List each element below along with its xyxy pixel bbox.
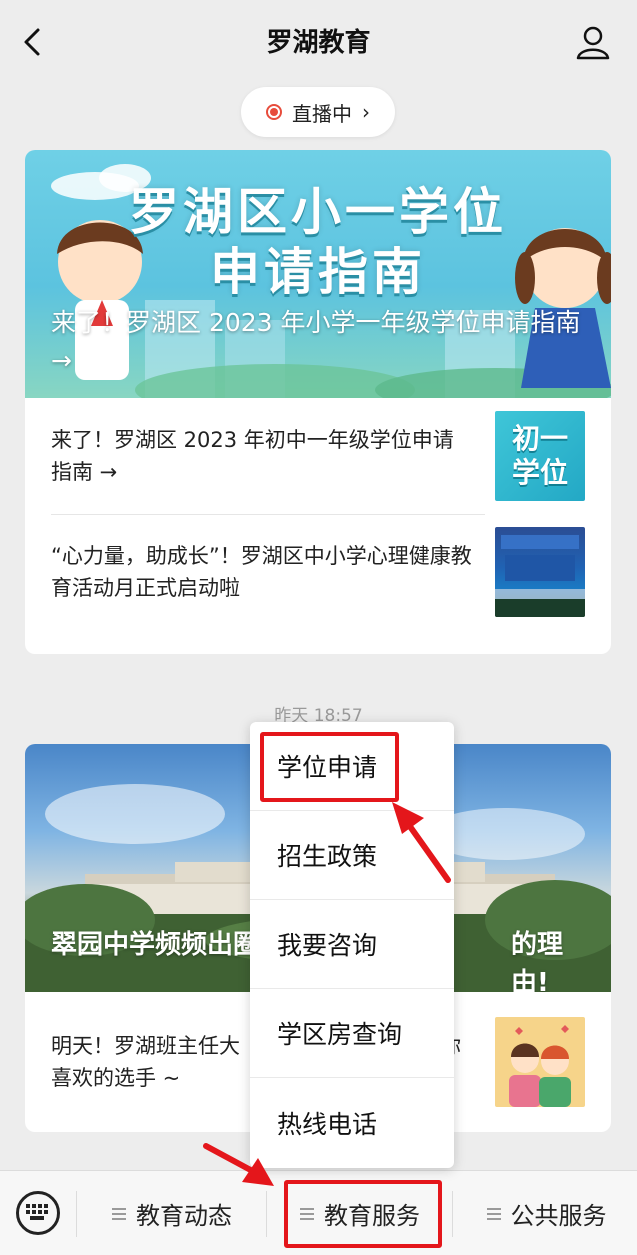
banner-headline-2: 申请指南 xyxy=(210,243,426,301)
menu-item-consultation[interactable]: 我要咨询 xyxy=(250,900,454,989)
menu-item-school-district-housing[interactable]: 学区房查询 xyxy=(250,989,454,1078)
service-submenu: 学位申请 招生政策 我要咨询 学区房查询 热线电话 xyxy=(250,722,454,1168)
article-card-1: 罗湖区小一学位 申请指南 来了！罗湖区 2023 年小学一年级学位申请指南 → … xyxy=(25,150,611,654)
thumbnail-text: 初一学位 xyxy=(511,422,568,489)
menu-lines-icon xyxy=(112,1207,126,1220)
stage-event-image xyxy=(495,535,585,617)
live-label: 直播中 xyxy=(292,101,352,126)
menu-label: 教育动态 xyxy=(136,1202,232,1230)
article-thumbnail: 初一学位 xyxy=(495,411,585,501)
menu-lines-icon xyxy=(486,1207,501,1220)
menu-public-services[interactable]: 公共服务 xyxy=(456,1171,637,1255)
menu-label: 公共服务 xyxy=(510,1202,607,1230)
live-dot-icon xyxy=(266,104,282,120)
article-title-part-1: 明天！罗湖班主任大 xyxy=(51,1034,240,1058)
menu-lines-icon xyxy=(300,1207,314,1220)
banner-caption-right: 的理由! xyxy=(511,930,564,992)
menu-item-hotline[interactable]: 热线电话 xyxy=(250,1078,454,1167)
nav-bar: 罗湖教育 xyxy=(0,0,637,84)
article-title-part-3: 喜欢的选手 ~ xyxy=(51,1066,181,1090)
menu-item-degree-application[interactable]: 学位申请 xyxy=(250,722,454,811)
article-thumbnail xyxy=(495,1017,585,1107)
menu-item-admission-policy[interactable]: 招生政策 xyxy=(250,811,454,900)
divider xyxy=(76,1191,77,1237)
article-title: 来了！罗湖区 2023 年初中一年级学位申请指南 → xyxy=(51,428,454,484)
menu-education-news[interactable]: 教育动态 xyxy=(80,1171,264,1255)
keyboard-toggle-button[interactable] xyxy=(16,1191,60,1235)
keyboard-icon xyxy=(26,1204,48,1220)
featured-article-title: 来了！罗湖区 2023 年小学一年级学位申请指南 → xyxy=(51,308,581,375)
bottom-menu-bar: 教育动态 教育服务 公共服务 xyxy=(0,1170,637,1255)
page-title: 罗湖教育 xyxy=(266,28,371,58)
profile-button[interactable] xyxy=(573,22,613,62)
banner-caption-left: 翠园中学频频出圈 xyxy=(51,930,260,960)
article-thumbnail xyxy=(495,527,585,617)
article-title: “心力量，助成长”！罗湖区中小学心理健康教育活动月正式启动啦 xyxy=(51,544,472,600)
live-button[interactable]: 直播中 › xyxy=(241,87,395,137)
divider xyxy=(266,1191,267,1237)
chevron-right-icon: › xyxy=(362,100,370,124)
person-icon xyxy=(576,26,610,60)
menu-education-services[interactable]: 教育服务 xyxy=(270,1171,450,1255)
featured-article-banner[interactable]: 罗湖区小一学位 申请指南 来了！罗湖区 2023 年小学一年级学位申请指南 → xyxy=(25,150,611,398)
cartoon-people-image xyxy=(509,1025,571,1107)
menu-label: 教育服务 xyxy=(324,1202,420,1230)
article-list-item[interactable]: “心力量，助成长”！罗湖区中小学心理健康教育活动月正式启动啦 xyxy=(25,514,611,630)
divider xyxy=(452,1191,453,1237)
article-list-item[interactable]: 来了！罗湖区 2023 年初中一年级学位申请指南 → 初一学位 xyxy=(25,398,611,514)
